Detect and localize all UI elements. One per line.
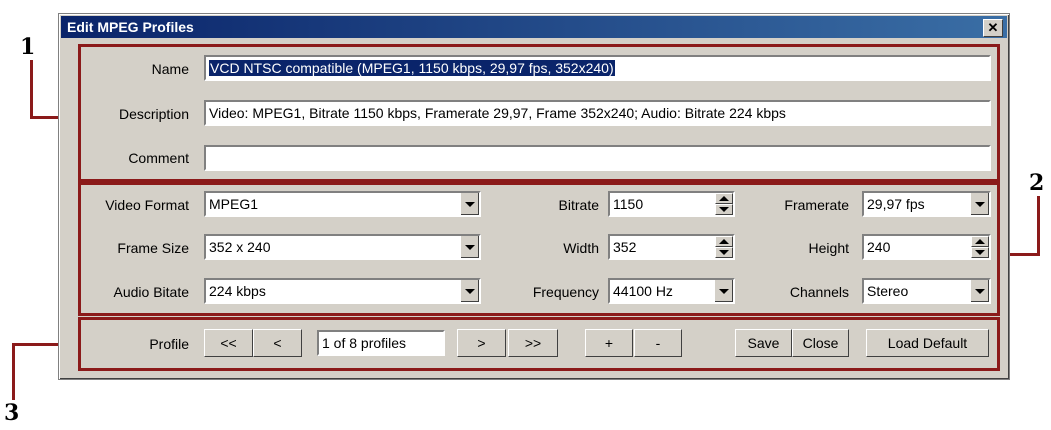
name-field[interactable]: VCD NTSC compatible (MPEG1, 1150 kbps, 2…	[204, 55, 991, 81]
spinner-arrows-icon[interactable]	[715, 193, 733, 215]
frequency-select[interactable]: 44100 Hz	[608, 278, 735, 304]
close-button[interactable]: Close	[792, 329, 849, 357]
remove-profile-button[interactable]: -	[634, 329, 682, 357]
callout-1-leader-v	[30, 60, 33, 118]
edit-mpeg-profiles-dialog: Edit MPEG Profiles ✕ Name VCD NTSC compa…	[58, 13, 1010, 380]
description-field[interactable]: Video: MPEG1, Bitrate 1150 kbps, Framera…	[204, 100, 991, 126]
chevron-down-icon[interactable]	[970, 193, 989, 215]
previous-profile-button[interactable]: <	[253, 329, 302, 357]
comment-field[interactable]	[204, 145, 991, 171]
callout-3-leader-v	[12, 344, 15, 400]
first-profile-button[interactable]: <<	[204, 329, 253, 357]
frame-size-value: 352 x 240	[209, 239, 271, 255]
frequency-label: Frequency	[532, 284, 599, 300]
bitrate-spinner[interactable]: 1150	[608, 191, 735, 217]
callout-3: 3	[4, 400, 20, 426]
close-icon[interactable]: ✕	[983, 19, 1003, 37]
spinner-arrows-icon[interactable]	[971, 236, 989, 258]
channels-label: Channels	[789, 284, 849, 300]
height-spinner[interactable]: 240	[862, 234, 991, 260]
last-profile-button[interactable]: >>	[508, 329, 558, 357]
height-value: 240	[867, 239, 891, 255]
audio-bitrate-label: Audio Bitate	[113, 284, 190, 300]
window-title: Edit MPEG Profiles	[67, 19, 194, 35]
spinner-arrows-icon[interactable]	[715, 236, 733, 258]
callout-2: 2	[1029, 170, 1045, 196]
framerate-value: 29,97 fps	[867, 196, 925, 212]
height-label: Height	[808, 240, 849, 256]
comment-label: Comment	[128, 150, 189, 166]
video-format-value: MPEG1	[209, 196, 259, 212]
add-profile-button[interactable]: +	[585, 329, 633, 357]
title-bar: Edit MPEG Profiles ✕	[61, 16, 1007, 38]
channels-select[interactable]: Stereo	[862, 278, 991, 304]
description-label: Description	[118, 106, 189, 122]
bitrate-label: Bitrate	[558, 197, 599, 213]
profile-label: Profile	[149, 336, 189, 352]
chevron-down-icon[interactable]	[970, 280, 989, 302]
video-format-label: Video Format	[105, 197, 189, 213]
framerate-label: Framerate	[784, 197, 849, 213]
frame-size-label: Frame Size	[117, 240, 189, 256]
load-default-button[interactable]: Load Default	[866, 329, 989, 357]
audio-bitrate-select[interactable]: 224 kbps	[204, 278, 481, 304]
name-label: Name	[151, 61, 189, 77]
chevron-down-icon[interactable]	[460, 236, 479, 258]
chevron-down-icon[interactable]	[714, 280, 733, 302]
profile-position-field[interactable]: 1 of 8 profiles	[317, 330, 445, 356]
channels-value: Stereo	[867, 283, 909, 299]
audio-bitrate-value: 224 kbps	[209, 283, 266, 299]
framerate-select[interactable]: 29,97 fps	[862, 191, 991, 217]
callout-2-leader-v	[1037, 196, 1040, 256]
name-value: VCD NTSC compatible (MPEG1, 1150 kbps, 2…	[209, 60, 615, 76]
width-spinner[interactable]: 352	[608, 234, 735, 260]
chevron-down-icon[interactable]	[460, 193, 479, 215]
save-button[interactable]: Save	[735, 329, 792, 357]
callout-1: 1	[20, 34, 36, 60]
bitrate-value: 1150	[613, 196, 644, 212]
next-profile-button[interactable]: >	[457, 329, 506, 357]
chevron-down-icon[interactable]	[460, 280, 479, 302]
width-value: 352	[613, 239, 637, 255]
frame-size-select[interactable]: 352 x 240	[204, 234, 481, 260]
video-format-select[interactable]: MPEG1	[204, 191, 481, 217]
width-label: Width	[563, 240, 599, 256]
frequency-value: 44100 Hz	[613, 283, 673, 299]
